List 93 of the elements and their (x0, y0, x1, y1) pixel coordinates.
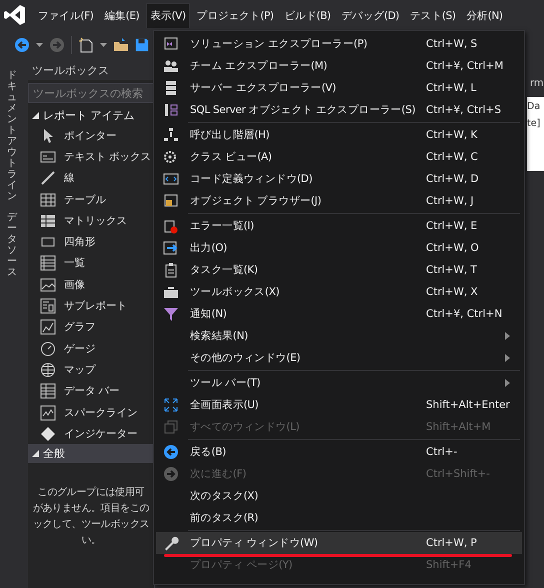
subreport-icon (40, 298, 56, 314)
line-icon (40, 170, 56, 186)
hierarchy-icon (163, 127, 179, 143)
save-icon[interactable] (135, 38, 149, 52)
toolbox-icon (163, 284, 179, 300)
folder-icon[interactable] (113, 37, 129, 53)
menu-item[interactable]: その他のウィンドウ(E) (156, 347, 522, 369)
menu-title[interactable]: 編集(E) (100, 2, 144, 28)
toolbox-item[interactable]: マトリックス (64, 214, 127, 228)
toolbox-item[interactable]: テキスト ボックス (64, 150, 151, 164)
menu-title[interactable]: プロジェクト(P) (192, 2, 278, 28)
expander-icon[interactable] (32, 112, 39, 119)
globe-icon (40, 362, 56, 378)
toolbox-item[interactable]: マップ (64, 362, 96, 377)
empty-group-text: ックして、ツールボックス (32, 518, 150, 532)
window-icon (163, 36, 179, 52)
panel-title: ツールボックス (28, 60, 154, 80)
toolbox-item[interactable]: ポインター (64, 128, 116, 143)
menu-item[interactable]: ソリューション エクスプローラー(P) Ctrl+W, S (156, 33, 522, 55)
menu-item[interactable]: ツールボックス(X) Ctrl+W, X (156, 281, 522, 303)
menu-item[interactable]: 呼び出し階層(H) Ctrl+W, K (156, 124, 522, 146)
menu-item[interactable]: オブジェクト ブラウザー(J) Ctrl+W, J (156, 190, 522, 212)
menu-title[interactable]: デバッグ(D) (338, 2, 404, 28)
menu-item[interactable]: コード定義ウィンドウ(D) Ctrl+W, D (156, 168, 522, 190)
image-icon (40, 276, 56, 293)
gauge-icon (40, 340, 56, 357)
databar-icon (40, 383, 56, 400)
matrix-icon (40, 212, 56, 229)
empty-group-text: がありません。項目をこの (32, 502, 150, 516)
menu-title[interactable]: 表示(V) (146, 2, 190, 28)
windows-icon (163, 419, 179, 435)
table-icon (40, 192, 56, 208)
clipboard-icon (163, 262, 179, 278)
menu-item[interactable]: 通知(N) Ctrl+¥, Ctrl+N (156, 303, 522, 325)
menu-item[interactable]: 次のタスク(X) (156, 485, 522, 507)
menu-item[interactable]: 前のタスク(R) (156, 507, 522, 529)
menu-title[interactable]: ファイル(F) (34, 2, 98, 28)
menu-item[interactable]: クラス ビュー(A) Ctrl+W, C (156, 146, 522, 168)
side-tab[interactable]: ドキュメントアウトライン (7, 70, 17, 202)
toolbox-item[interactable]: スパークライン (64, 406, 138, 420)
side-tab[interactable]: データソース (7, 212, 17, 278)
expand-icon (163, 397, 179, 413)
document-tab[interactable]: rm (530, 78, 544, 89)
tree-icon (163, 102, 179, 118)
gear-icon (163, 149, 179, 165)
chart-icon (40, 319, 56, 336)
expander-icon[interactable] (32, 450, 39, 458)
toolbox-item[interactable]: テーブル (64, 192, 106, 207)
toolbox-item[interactable]: サブレポート (64, 299, 127, 314)
empty-group-text: このグループには使用可 (36, 486, 146, 500)
toolbox-item[interactable]: インジケーター (64, 426, 138, 441)
menu-item[interactable]: SQL Server オブジェクト エクスプローラー(S) Ctrl+¥, Ctrl+S (156, 99, 522, 121)
code-window-icon (163, 171, 179, 187)
canvas-text: Da (527, 101, 542, 112)
menu-item[interactable]: 戻る(B) Ctrl+- (156, 441, 522, 463)
menu-item[interactable]: チーム エクスプローラー(M) Ctrl+¥, Ctrl+M (156, 55, 522, 77)
output-icon (163, 240, 179, 256)
menu-item[interactable]: エラー一覧(I) Ctrl+W, E (156, 215, 522, 237)
menu-item[interactable]: ツール バー(T) (156, 372, 522, 394)
empty-group-text: い。 (80, 534, 102, 548)
canvas-text: te] (527, 118, 542, 129)
list-icon (40, 255, 56, 272)
error-list-icon (163, 218, 179, 234)
menu-item[interactable]: サーバー エクスプローラー(V) Ctrl+W, L (156, 77, 522, 99)
group-header[interactable]: レポート アイテム (43, 108, 134, 123)
toolbox-item[interactable]: 画像 (64, 278, 85, 292)
caret-icon[interactable] (100, 43, 107, 47)
menu-item[interactable]: 出力(O) Ctrl+W, O (156, 237, 522, 259)
caret-icon[interactable] (36, 43, 43, 47)
menu-title[interactable]: テスト(S) (406, 2, 460, 28)
menu-item[interactable]: プロパティ ウィンドウ(W) Ctrl+W, P (156, 532, 522, 554)
search-field[interactable]: ツールボックスの検索 (28, 83, 154, 103)
menu-item[interactable]: タスク一覧(K) Ctrl+W, T (156, 259, 522, 281)
menu-title[interactable]: 分析(N) (462, 2, 507, 28)
menu-title[interactable]: ビルド(B) (280, 2, 335, 28)
textbox-icon (40, 148, 56, 165)
toolbox-item[interactable]: データ バー (64, 384, 120, 398)
diamond-icon (40, 426, 56, 442)
toolbox-item[interactable]: 線 (64, 171, 74, 186)
toolbox-item[interactable]: グラフ (64, 320, 96, 334)
toolbox-item[interactable]: 四角形 (64, 235, 96, 250)
new-project-icon[interactable] (78, 37, 94, 53)
toolbox-item[interactable]: ゲージ (64, 342, 96, 356)
menu-item[interactable]: 全画面表示(U) Shift+Alt+Enter (156, 394, 522, 416)
server-icon (163, 80, 179, 96)
funnel-icon (163, 306, 179, 322)
menu-item[interactable]: 検索結果(N) (156, 325, 522, 347)
group-header[interactable]: 全般 (43, 446, 65, 462)
logo-icon (4, 4, 26, 26)
sparkline-icon (40, 404, 56, 420)
browser-icon (163, 193, 179, 209)
toolbox-item[interactable]: 一覧 (64, 256, 85, 270)
people-icon (163, 58, 179, 74)
